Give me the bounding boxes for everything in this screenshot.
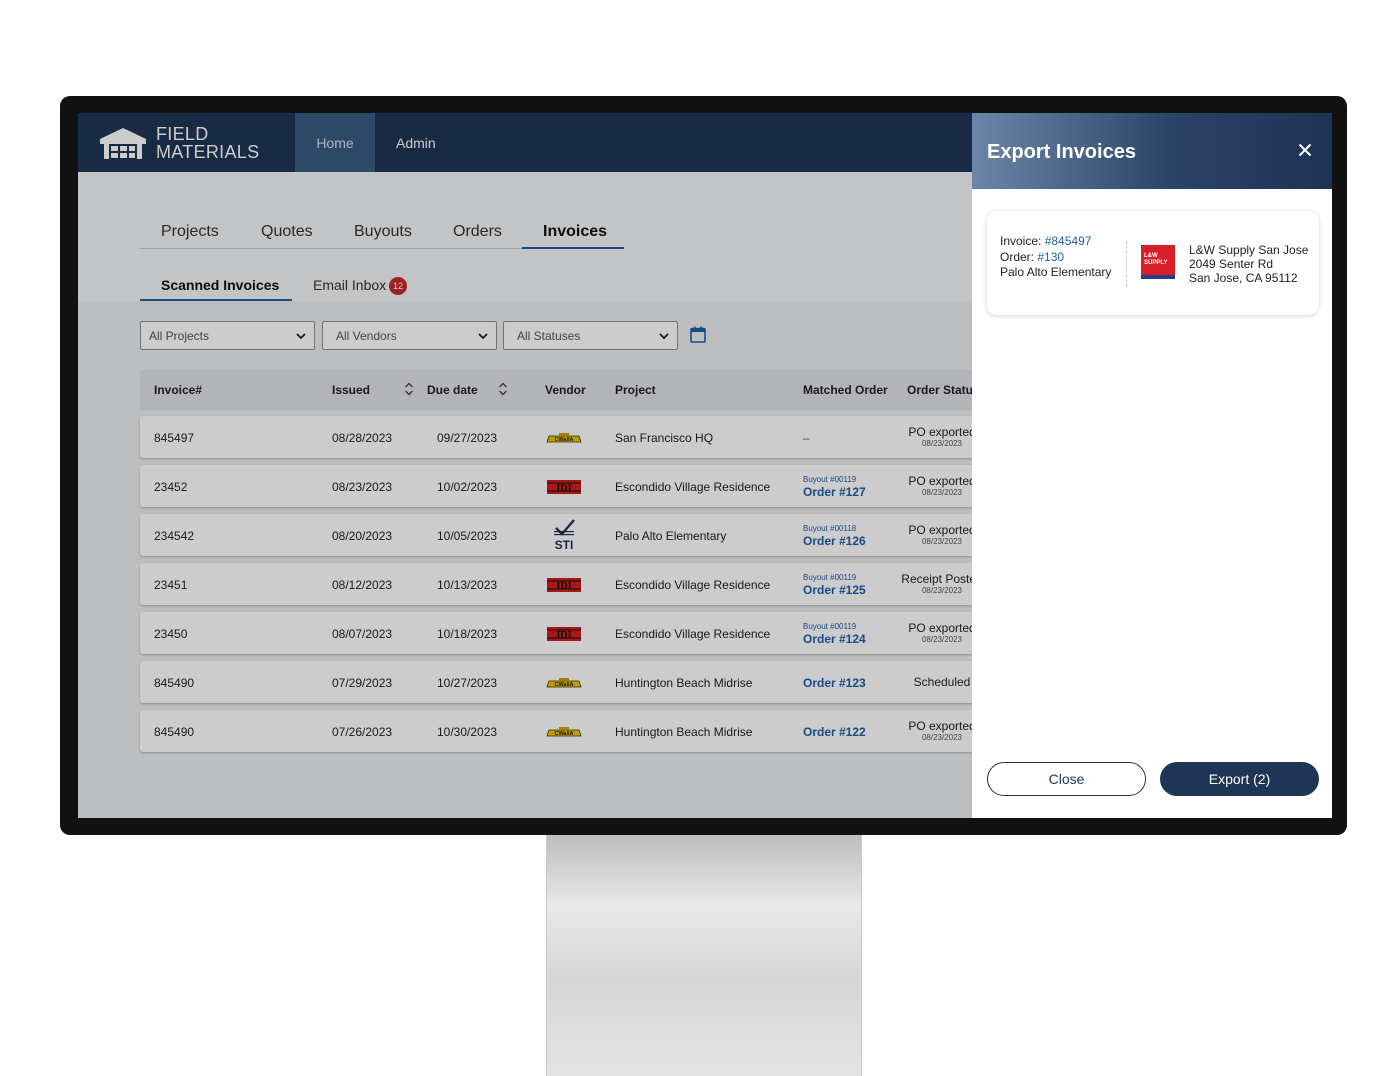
lw-supply-logo-text: L&W SUPPLY [1144,253,1168,266]
close-icon[interactable] [1298,143,1312,157]
invoice-line: Invoice: #845497 [1000,233,1120,249]
vendor-address-1: 2049 Senter Rd [1189,257,1274,271]
vendor-details: L&W Supply San Jose 2049 Senter Rd San J… [1189,243,1308,285]
order-label: Order: [1000,250,1038,264]
invoice-label: Invoice: [1000,234,1045,248]
modal-backdrop[interactable] [78,113,972,818]
invoice-card: Invoice: #845497 Order: #130 Palo Alto E… [987,211,1319,315]
monitor-stand [546,834,862,1076]
close-button[interactable]: Close [987,762,1146,796]
invoice-details: Invoice: #845497 Order: #130 Palo Alto E… [1000,233,1120,279]
lw-supply-logo: L&W SUPPLY [1141,245,1175,279]
app-main: FIELD MATERIALS Home Admin Projects Quot… [78,113,972,818]
export-invoices-panel: Export Invoices Invoice: #845497 Order: … [972,113,1332,818]
vendor-address-2: San Jose, CA 95112 [1189,271,1298,285]
card-divider [1126,241,1127,287]
screen: FIELD MATERIALS Home Admin Projects Quot… [78,113,1332,818]
invoice-link[interactable]: #845497 [1045,234,1092,248]
project-name: Palo Alto Elementary [1000,265,1112,279]
panel-header: Export Invoices [972,113,1332,189]
panel-title: Export Invoices [987,141,1136,163]
order-line: Order: #130 [1000,249,1120,265]
vendor-name: L&W Supply San Jose [1189,243,1309,257]
export-button[interactable]: Export (2) [1160,762,1319,796]
order-link[interactable]: #130 [1037,250,1064,264]
